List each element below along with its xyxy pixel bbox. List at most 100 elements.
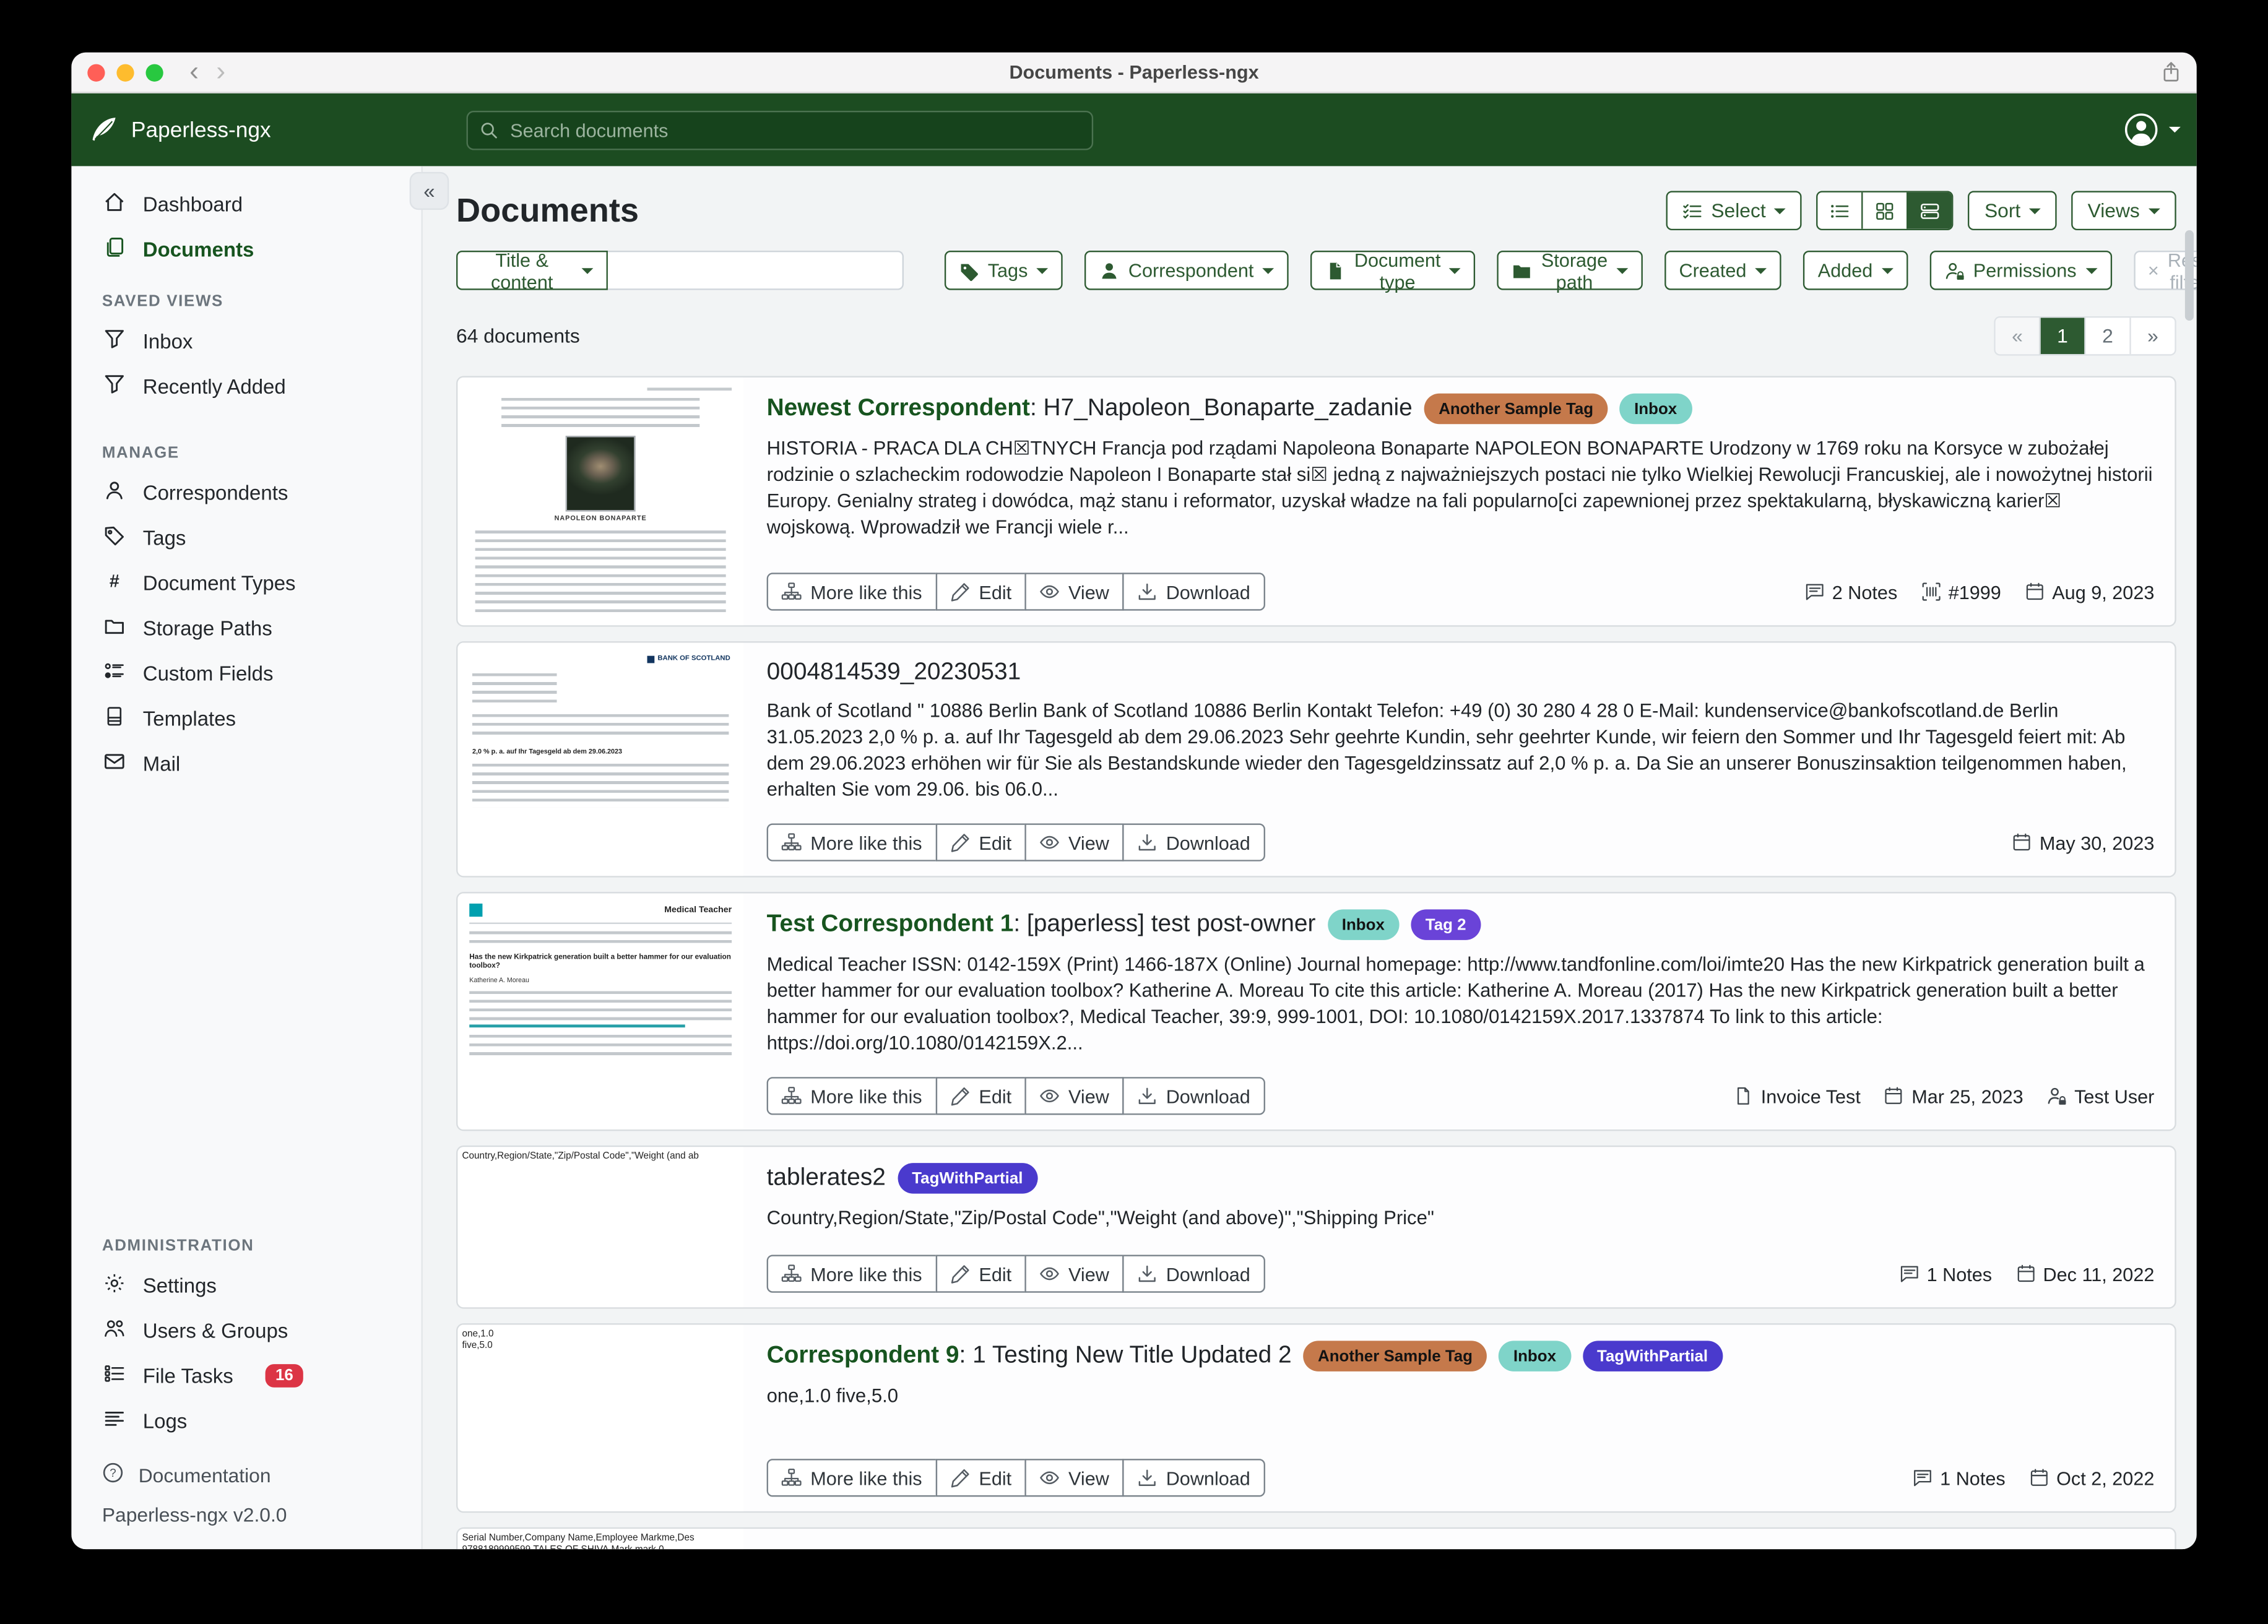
document-title[interactable]: : 1 Testing New Title Updated 2	[959, 1342, 1292, 1368]
created-date[interactable]: Dec 11, 2022	[2015, 1263, 2155, 1284]
correspondent-link[interactable]: Newest Correspondent	[767, 395, 1030, 421]
permissions-filter-button[interactable]: Permissions	[1929, 251, 2111, 290]
tag-pill[interactable]: TagWithPartial	[1582, 1341, 1722, 1371]
edit-button[interactable]: Edit	[935, 1077, 1026, 1115]
added-filter-button[interactable]: Added	[1803, 251, 1908, 290]
more-like-this-button[interactable]: More like this	[767, 572, 937, 610]
owner[interactable]: Test User	[2046, 1085, 2154, 1107]
sidebar-collapse-button[interactable]: «	[410, 172, 449, 210]
sidebar-item-mail[interactable]: Mail	[71, 740, 421, 785]
created-date[interactable]: Oct 2, 2022	[2028, 1467, 2154, 1488]
view-button[interactable]: View	[1024, 1077, 1123, 1115]
view-list-button[interactable]	[1819, 192, 1863, 229]
sidebar-item-templates[interactable]: Templates	[71, 695, 421, 740]
correspondent-link[interactable]: Test Correspondent 1	[767, 911, 1014, 937]
sidebar-item-documents[interactable]: Documents	[71, 226, 421, 271]
tag-pill[interactable]: Inbox	[1327, 909, 1399, 939]
view-button[interactable]: View	[1024, 1459, 1123, 1497]
page-2-button[interactable]: 2	[2084, 317, 2129, 354]
document-thumbnail[interactable]: BANK OF SCOTLAND 2,0 % p. a. auf Ihr Tag…	[457, 642, 743, 876]
share-icon[interactable]	[2160, 61, 2182, 90]
edit-button[interactable]: Edit	[935, 572, 1026, 610]
tag-pill[interactable]: TagWithPartial	[898, 1163, 1037, 1193]
document-title[interactable]: : [paperless] test post-owner	[1013, 911, 1315, 937]
view-grid-button[interactable]	[1862, 192, 1907, 229]
download-button[interactable]: Download	[1122, 1255, 1265, 1292]
created-filter-button[interactable]: Created	[1664, 251, 1781, 290]
edit-button[interactable]: Edit	[935, 1459, 1026, 1497]
correspondent-link[interactable]: Correspondent 9	[767, 1342, 959, 1368]
document-title[interactable]: : H7_Napoleon_Bonaparte_zadanie	[1030, 395, 1413, 421]
sidebar-item-users-groups[interactable]: Users & Groups	[71, 1307, 421, 1352]
document-thumbnail[interactable]: Serial Number,Company Name,Employee Mark…	[457, 1529, 743, 1549]
tag-pill[interactable]: Tag 2	[1411, 909, 1481, 939]
edit-button[interactable]: Edit	[935, 823, 1026, 861]
sidebar-item-tags[interactable]: Tags	[71, 514, 421, 559]
document-thumbnail[interactable]: NAPOLEON BONAPARTE	[457, 378, 743, 625]
asn-value[interactable]: #1999	[1921, 581, 2001, 602]
document-thumbnail[interactable]: one,1.0 five,5.0	[457, 1325, 743, 1511]
more-like-this-button[interactable]: More like this	[767, 1459, 937, 1497]
document-card: one,1.0 five,5.0 Correspondent 9: 1 Test…	[456, 1323, 2176, 1513]
more-like-this-button[interactable]: More like this	[767, 823, 937, 861]
scrollbar-thumb[interactable]	[2185, 230, 2194, 321]
sidebar-item-correspondents[interactable]: Correspondents	[71, 469, 421, 514]
close-icon: ×	[2148, 259, 2159, 281]
edit-button[interactable]: Edit	[935, 1255, 1026, 1292]
document-title[interactable]: tablerates2	[767, 1164, 886, 1192]
download-button[interactable]: Download	[1122, 1459, 1265, 1497]
tag-pill[interactable]: Another Sample Tag	[1303, 1341, 1487, 1371]
page-next-button[interactable]: »	[2129, 317, 2175, 354]
views-button[interactable]: Views	[2072, 191, 2176, 230]
notes-count[interactable]: 1 Notes	[1899, 1263, 1992, 1284]
title-content-input[interactable]	[608, 251, 903, 290]
global-search[interactable]	[467, 110, 1094, 150]
title-content-dropdown[interactable]: Title & content	[456, 251, 608, 290]
sidebar-item-inbox[interactable]: Inbox	[71, 317, 421, 363]
sidebar-item-document-types[interactable]: Document Types	[71, 559, 421, 605]
sort-button[interactable]: Sort	[1968, 191, 2057, 230]
select-button[interactable]: Select	[1666, 191, 1802, 230]
download-button[interactable]: Download	[1122, 1077, 1265, 1115]
created-date[interactable]: May 30, 2023	[2012, 831, 2154, 853]
created-date[interactable]: Mar 25, 2023	[1884, 1085, 2023, 1107]
sidebar-item-settings[interactable]: Settings	[71, 1262, 421, 1307]
notes-count[interactable]: 1 Notes	[1912, 1467, 2005, 1488]
storage-path-filter-button[interactable]: Storage path	[1497, 251, 1642, 290]
documentation-link[interactable]: Documentation	[71, 1454, 421, 1495]
created-date[interactable]: Aug 9, 2023	[2025, 581, 2155, 602]
user-menu[interactable]	[2124, 112, 2197, 147]
view-details-button[interactable]	[1907, 192, 1952, 229]
document-type-filter-button[interactable]: Document type	[1310, 251, 1476, 290]
more-like-this-button[interactable]: More like this	[767, 1255, 937, 1292]
search-icon	[480, 120, 499, 139]
sidebar-item-recently-added[interactable]: Recently Added	[71, 363, 421, 408]
journal-logo-icon	[469, 904, 482, 917]
sidebar-item-storage-paths[interactable]: Storage Paths	[71, 605, 421, 650]
tag-pill[interactable]: Inbox	[1620, 394, 1692, 424]
more-like-this-button[interactable]: More like this	[767, 1077, 937, 1115]
document-title[interactable]: 0004814539_20230531	[767, 659, 1021, 686]
sidebar-item-logs[interactable]: Logs	[71, 1397, 421, 1443]
view-button[interactable]: View	[1024, 1255, 1123, 1292]
page-prev-button[interactable]: «	[1996, 317, 2040, 354]
tag-pill[interactable]: Another Sample Tag	[1424, 394, 1608, 424]
page-1-button[interactable]: 1	[2039, 317, 2084, 354]
sidebar-item-custom-fields[interactable]: Custom Fields	[71, 650, 421, 695]
document-thumbnail[interactable]: Medical Teacher Has the new Kirkpatrick …	[457, 893, 743, 1129]
download-button[interactable]: Download	[1122, 823, 1265, 861]
document-thumbnail[interactable]: Country,Region/State,"Zip/Postal Code","…	[457, 1147, 743, 1307]
view-button[interactable]: View	[1024, 572, 1123, 610]
brand[interactable]: Paperless-ngx	[71, 115, 423, 144]
thumb-text: five,5.0	[457, 1341, 743, 1352]
sidebar-item-file-tasks[interactable]: File Tasks 16	[71, 1352, 421, 1397]
search-input[interactable]	[507, 118, 1080, 142]
tag-pill[interactable]: Inbox	[1499, 1341, 1570, 1371]
view-button[interactable]: View	[1024, 823, 1123, 861]
tags-filter-button[interactable]: Tags	[944, 251, 1063, 290]
notes-count[interactable]: 2 Notes	[1804, 581, 1897, 602]
correspondent-filter-button[interactable]: Correspondent	[1084, 251, 1289, 290]
sidebar-item-dashboard[interactable]: Dashboard	[71, 181, 421, 226]
download-button[interactable]: Download	[1122, 572, 1265, 610]
document-type[interactable]: Invoice Test	[1733, 1085, 1861, 1107]
